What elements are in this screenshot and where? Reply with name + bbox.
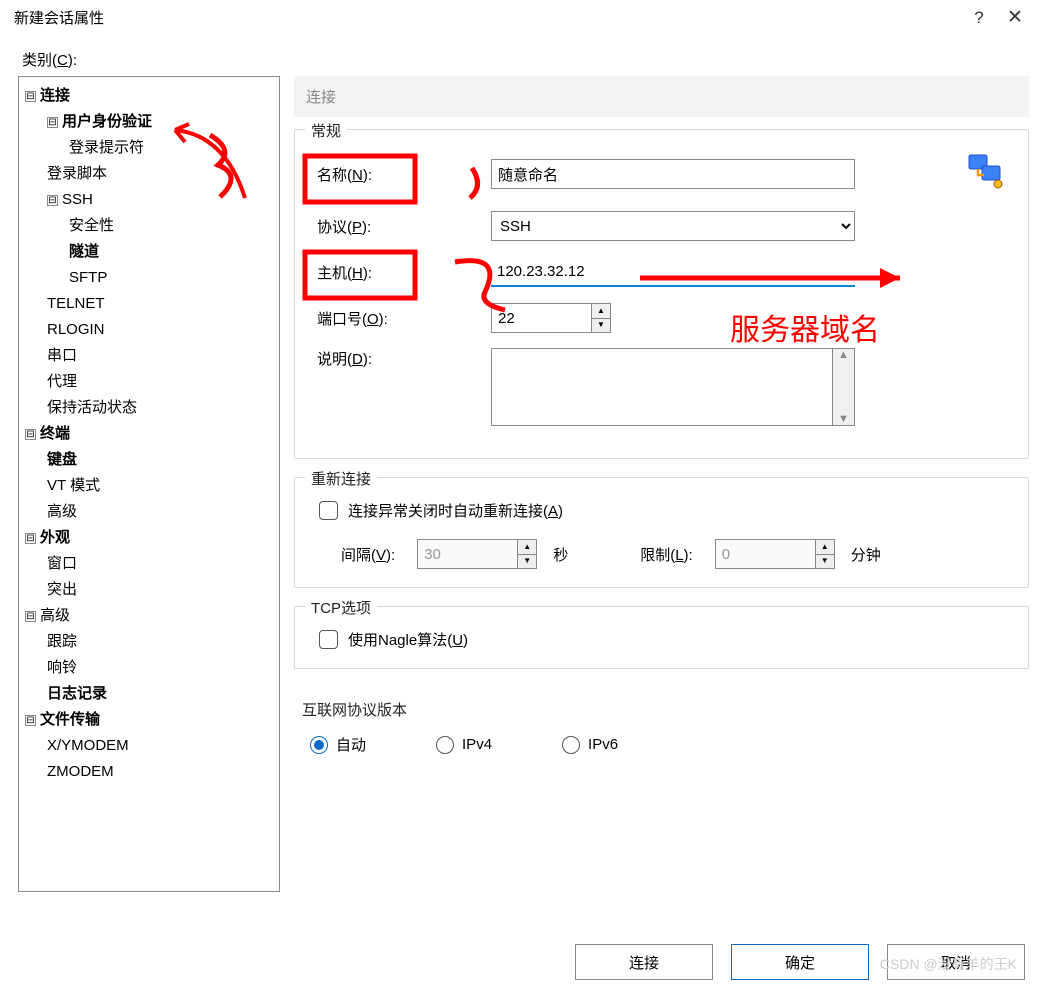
tree-toggle-icon[interactable]: ⊟ (25, 715, 36, 726)
protocol-select[interactable]: SSH (491, 211, 855, 241)
nagle-checkbox[interactable] (319, 630, 338, 649)
tree-toggle-icon[interactable]: ⊟ (25, 429, 36, 440)
radio-ipv4[interactable] (436, 736, 454, 754)
tree-item-keyboard[interactable]: 键盘 (47, 447, 275, 473)
label-interval: 间隔(V): (341, 544, 395, 565)
tree-item-window[interactable]: 窗口 (47, 551, 275, 577)
radio-auto[interactable] (310, 736, 328, 754)
tree-item-ssh[interactable]: SSH (62, 191, 93, 208)
window-title: 新建会话属性 (14, 7, 961, 28)
tree-item-terminal[interactable]: 终端 (40, 425, 70, 442)
label-protocol: 协议(P): (311, 216, 491, 237)
tree-item-keepalive[interactable]: 保持活动状态 (47, 395, 275, 421)
tree-item-bell[interactable]: 响铃 (47, 655, 275, 681)
tree-item-login-prompt[interactable]: 登录提示符 (69, 135, 275, 161)
description-input[interactable] (491, 348, 833, 426)
label-desc: 说明(D): (311, 348, 491, 369)
tree-item-file-transfer[interactable]: 文件传输 (40, 711, 100, 728)
group-ip-version: 互联网协议版本 自动 IPv4 IPv6 (294, 687, 1029, 763)
tree-item-serial[interactable]: 串口 (47, 343, 275, 369)
tree-item-rlogin[interactable]: RLOGIN (47, 317, 275, 343)
tree-toggle-icon[interactable]: ⊟ (25, 533, 36, 544)
label-host: 主机(H): (311, 262, 491, 283)
port-input[interactable] (491, 303, 591, 333)
interval-input (417, 539, 517, 569)
tree-toggle-icon[interactable]: ⊟ (25, 91, 36, 102)
tree-toggle-icon[interactable]: ⊟ (47, 117, 58, 128)
host-input[interactable] (491, 257, 855, 287)
spin-down-icon: ▼ (815, 554, 835, 570)
close-button[interactable]: ✕ (997, 6, 1033, 29)
settings-panel: 连接 常规 名称(N): (294, 76, 1029, 892)
group-reconnect: 重新连接 连接异常关闭时自动重新连接(A) 间隔(V): ▲▼ 秒 限制(L):… (294, 477, 1029, 588)
label-port: 端口号(O): (311, 308, 491, 329)
tree-item-trace[interactable]: 跟踪 (47, 629, 275, 655)
ok-button[interactable]: 确定 (731, 944, 869, 980)
tree-item-highlight[interactable]: 突出 (47, 577, 275, 603)
tree-item-proxy[interactable]: 代理 (47, 369, 275, 395)
reconnect-checkbox[interactable] (319, 501, 338, 520)
reconnect-checkbox-label: 连接异常关闭时自动重新连接(A) (348, 500, 563, 521)
tree-item-login-script[interactable]: 登录脚本 (47, 161, 275, 187)
radio-ipv6[interactable] (562, 736, 580, 754)
tree-toggle-icon[interactable]: ⊟ (25, 611, 36, 622)
tree-item-tunnel[interactable]: 隧道 (69, 239, 275, 265)
tree-item-advanced[interactable]: 高级 (40, 607, 70, 624)
tree-item-telnet[interactable]: TELNET (47, 291, 275, 317)
tree-item-connection[interactable]: 连接 (40, 87, 70, 104)
tree-item-auth[interactable]: 用户身份验证 (62, 113, 152, 130)
help-button[interactable]: ? (961, 8, 997, 28)
tree-item-log[interactable]: 日志记录 (47, 681, 275, 707)
tree-item-advanced-term[interactable]: 高级 (47, 499, 275, 525)
port-spin-up[interactable]: ▲ (591, 303, 611, 318)
tree-item-vtmode[interactable]: VT 模式 (47, 473, 275, 499)
cancel-button[interactable]: 取消 (887, 944, 1025, 980)
connect-button[interactable]: 连接 (575, 944, 713, 980)
port-spin-down[interactable]: ▼ (591, 318, 611, 334)
spin-down-icon: ▼ (517, 554, 537, 570)
tree-item-xymodem[interactable]: X/YMODEM (47, 733, 275, 759)
tree-item-zmodem[interactable]: ZMODEM (47, 759, 275, 785)
spin-up-icon: ▲ (517, 539, 537, 554)
dialog-button-row: 连接 确定 取消 (575, 944, 1025, 980)
scrollbar[interactable]: ▲▼ (833, 348, 855, 426)
spin-up-icon: ▲ (815, 539, 835, 554)
network-icon (966, 152, 1006, 192)
category-label: 类别(C): (22, 49, 1029, 70)
tree-item-security[interactable]: 安全性 (69, 213, 275, 239)
tree-item-sftp[interactable]: SFTP (69, 265, 275, 291)
limit-input (715, 539, 815, 569)
category-tree[interactable]: ⊟ 连接 ⊟ 用户身份验证 登录提示符 登录脚本 ⊟ SSH 安全性 隧道 SFTP (18, 76, 280, 892)
name-input[interactable] (491, 159, 855, 189)
label-name: 名称(N): (311, 164, 491, 185)
group-general: 常规 名称(N): 协议(P): SSH (294, 129, 1029, 459)
group-tcp: TCP选项 使用Nagle算法(U) (294, 606, 1029, 669)
tree-item-appearance[interactable]: 外观 (40, 529, 70, 546)
label-limit: 限制(L): (640, 544, 693, 565)
title-bar: 新建会话属性 ? ✕ (0, 0, 1047, 39)
tree-toggle-icon[interactable]: ⊟ (47, 195, 58, 206)
section-header: 连接 (294, 76, 1029, 117)
nagle-checkbox-label: 使用Nagle算法(U) (348, 629, 468, 650)
